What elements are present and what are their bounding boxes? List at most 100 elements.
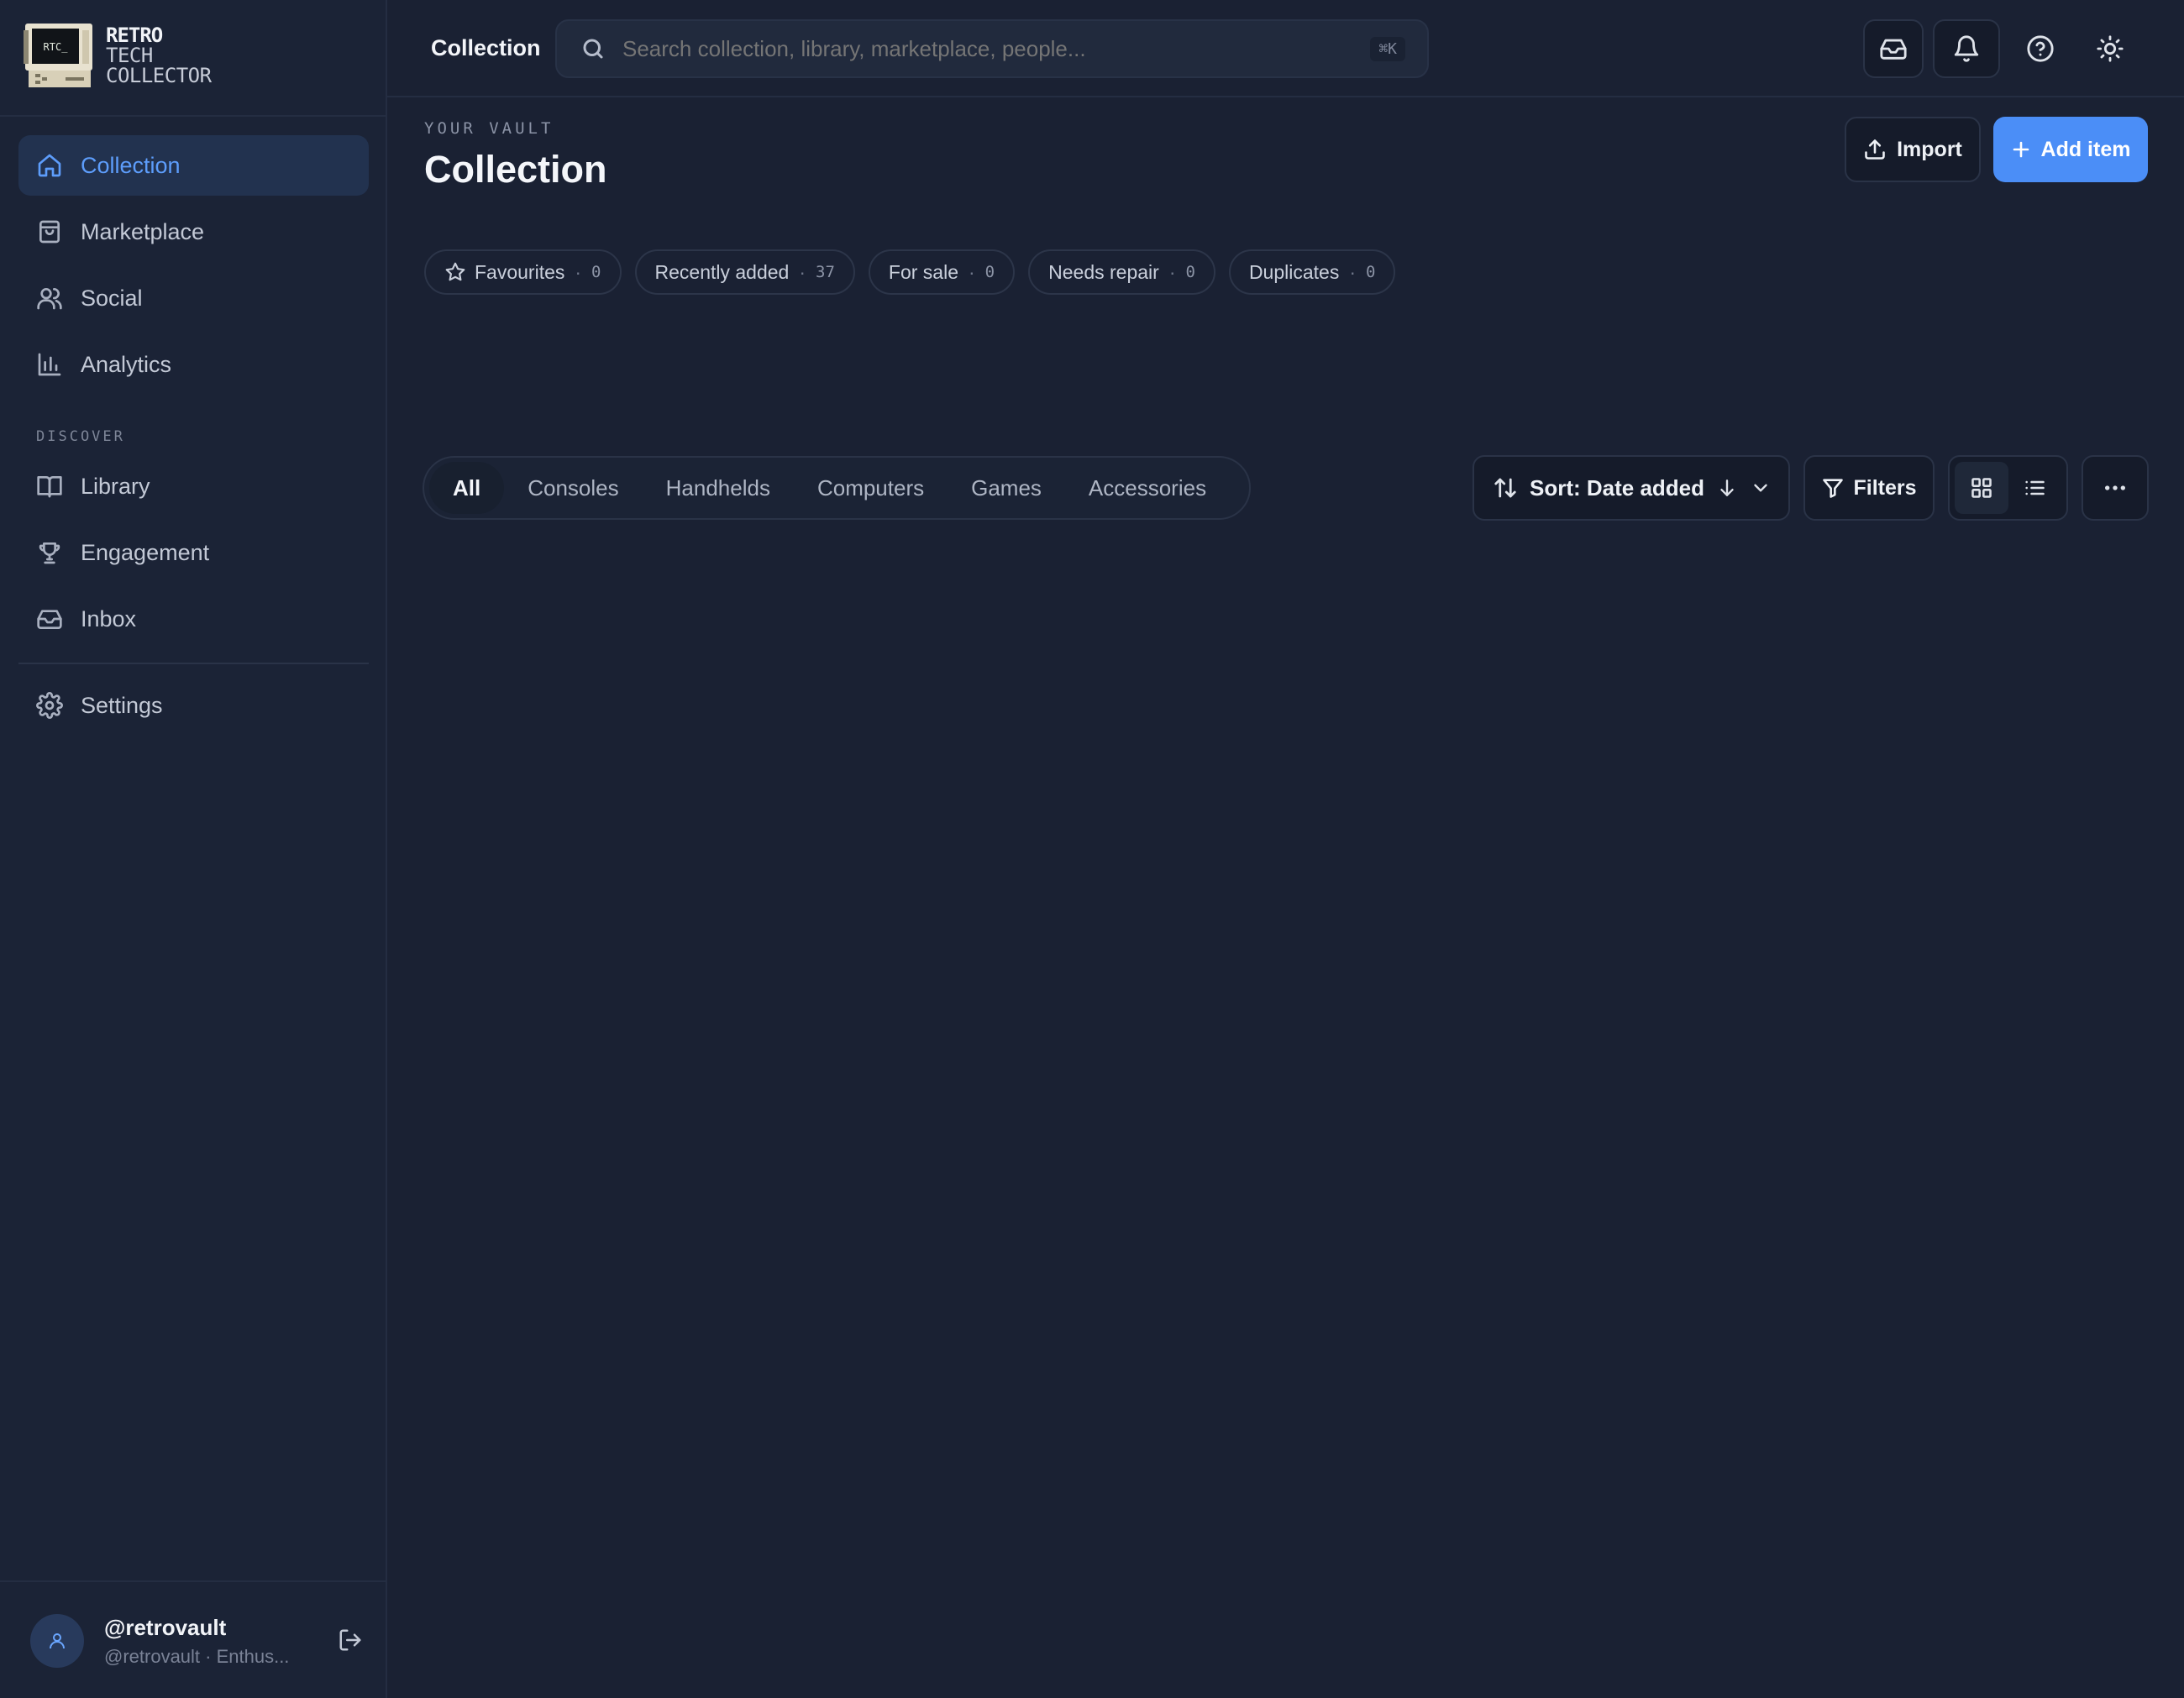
search-bar[interactable]: ⌘K [555,19,1429,78]
tab-computers[interactable]: Computers [794,462,948,514]
brand-line-1: RETRO [106,24,163,47]
chip-needs-repair[interactable]: Needs repair · 0 [1028,249,1215,295]
sort-arrows-icon [1494,478,1516,498]
section-label-discover: DISCOVER [36,428,125,445]
trophy-icon [35,538,64,567]
sidebar-item-social[interactable]: Social [18,268,369,328]
app-root: RTC_ RETRO TECH COLLECTOR Collection Mar… [0,0,2184,1698]
sidebar-item-engagement[interactable]: Engagement [18,522,369,583]
sidebar-item-label: Engagement [81,539,210,565]
filters-button-label: Filters [1853,475,1917,500]
tab-all[interactable]: All [429,462,505,514]
sidebar-item-analytics[interactable]: Analytics [18,334,369,395]
list-view-button[interactable] [2008,462,2062,514]
chip-duplicates[interactable]: Duplicates · 0 [1228,249,1396,295]
chip-separator: · [1349,260,1356,283]
chip-recently-added[interactable]: Recently added · 37 [634,249,855,295]
chip-label: Needs repair [1048,260,1159,283]
shopping-bag-icon [35,217,64,246]
logout-icon [339,1629,361,1651]
sort-label: Sort: Date added [1530,474,1705,500]
sidebar-item-marketplace[interactable]: Marketplace [18,202,369,262]
upload-icon [1865,139,1885,160]
search-input[interactable] [622,35,1371,62]
chip-separator: · [575,260,582,283]
logout-button[interactable] [338,1627,366,1656]
chip-for-sale[interactable]: For sale · 0 [868,249,1016,295]
sidebar-item-inbox[interactable]: Inbox [18,589,369,649]
chip-favourites[interactable]: Favourites · 0 [424,249,622,295]
sidebar-item-label: Settings [81,692,163,718]
bar-chart-icon [35,350,64,379]
add-item-button-label: Add item [2040,137,2131,161]
add-item-button[interactable]: Add item [1993,117,2148,182]
plus-icon [2013,141,2029,158]
svg-text:RTC_: RTC_ [44,41,69,53]
page-eyebrow: YOUR VAULT [424,119,554,138]
search-icon [583,39,603,59]
chip-label: For sale [888,260,958,283]
filter-icon [1823,479,1844,498]
sidebar-item-label: Social [81,285,143,311]
sidebar-item-label: Collection [81,152,181,178]
topbar: Collection ⌘K [387,0,2184,97]
brand-wordmark: RETRO TECH COLLECTOR [106,25,212,86]
retro-computer-logo-icon: RTC_ [24,24,92,87]
inbox-button[interactable] [1863,19,1924,78]
category-tabs: All Consoles Handhelds Computers Games A… [423,456,1251,520]
sidebar-divider [18,663,369,664]
sidebar: RTC_ RETRO TECH COLLECTOR Collection Mar… [0,0,387,1698]
chevron-down-icon [1754,484,1767,492]
sidebar-item-library[interactable]: Library [18,456,369,516]
user-meta: @retrovault @retrovault · Enthus... [104,1615,289,1668]
tab-accessories[interactable]: Accessories [1065,462,1230,514]
help-button[interactable] [2010,19,2071,78]
sidebar-item-label: Library [81,473,150,499]
sidebar-item-label: Analytics [81,351,172,377]
brand-logo[interactable]: RTC_ RETRO TECH COLLECTOR [24,22,212,89]
list-icon [2025,480,2045,495]
chip-count: 0 [1366,263,1376,281]
user-name: @retrovault [104,1614,227,1640]
notifications-button[interactable] [1933,19,2000,78]
brand-line-3: COLLECTOR [106,64,212,87]
grid-view-button[interactable] [1955,462,2008,514]
sort-dropdown[interactable]: Sort: Date added [1473,455,1790,521]
shortcut-hint: ⌘K [1370,36,1405,61]
more-options-button[interactable] [2082,455,2149,521]
filters-button[interactable]: Filters [1803,455,1935,521]
view-toggle [1948,455,2068,521]
import-button[interactable]: Import [1845,117,1981,182]
tab-consoles[interactable]: Consoles [504,462,642,514]
chip-count: 0 [1185,263,1195,281]
avatar[interactable] [30,1614,84,1668]
chip-separator: · [799,260,806,283]
grid-icon [1971,478,1992,498]
more-horizontal-icon [2105,485,2125,490]
chip-label: Duplicates [1248,260,1340,283]
help-circle-icon [2027,35,2054,62]
book-icon [35,472,64,500]
chip-label: Recently added [654,260,790,283]
sidebar-item-label: Marketplace [81,218,205,244]
user-icon [50,1633,65,1649]
tab-handhelds[interactable]: Handhelds [643,462,794,514]
topbar-title: Collection [431,35,541,60]
gear-icon [35,691,64,720]
inbox-icon [35,605,64,633]
brand-line-2: TECH [106,44,153,67]
inbox-icon [1880,39,1907,60]
chip-count: 0 [984,263,995,281]
users-icon [35,284,64,312]
chip-separator: · [1168,260,1176,283]
sidebar-item-settings[interactable]: Settings [18,675,369,736]
sidebar-item-collection[interactable]: Collection [18,135,369,196]
chip-separator: · [969,260,975,283]
tab-games[interactable]: Games [948,462,1065,514]
sidebar-item-label: Inbox [81,605,137,632]
user-profile[interactable]: @retrovault @retrovault · Enthus... [30,1612,366,1669]
chip-count: 37 [816,263,835,281]
theme-toggle-button[interactable] [2080,19,2140,78]
import-button-label: Import [1897,137,1962,161]
star-icon [445,262,465,281]
